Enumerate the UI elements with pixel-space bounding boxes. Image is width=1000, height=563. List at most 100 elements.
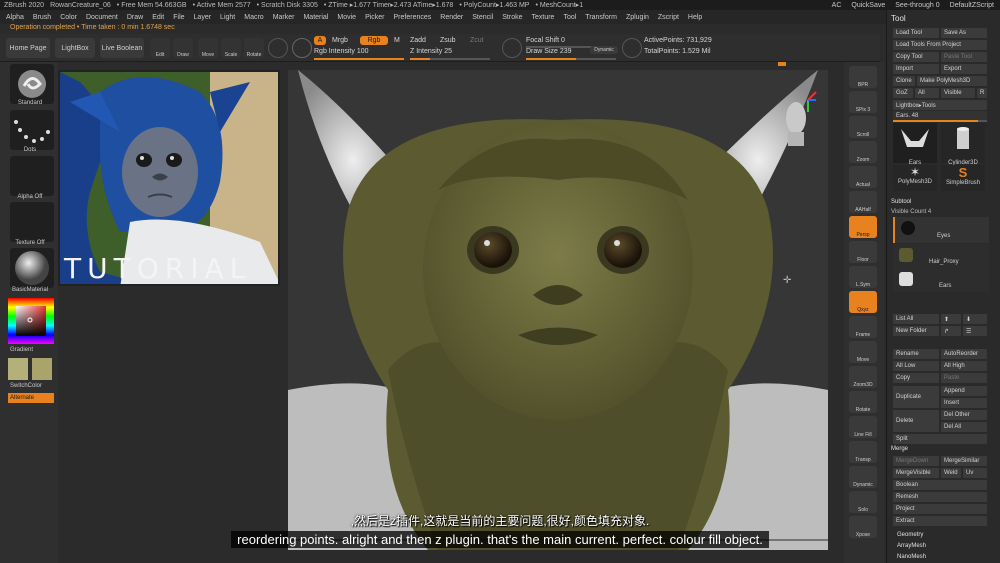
dynamic-icon[interactable] — [622, 38, 642, 58]
dynamic-button[interactable]: Dynamic — [590, 46, 618, 54]
view-button-solo[interactable]: Solo — [849, 491, 877, 513]
list-all-button[interactable]: List All — [893, 314, 939, 324]
merge-visible-button[interactable]: MergeVisible — [893, 468, 939, 478]
lightbox-button[interactable]: LightBox — [55, 38, 95, 58]
folder-menu-icon[interactable]: ☰ — [963, 326, 987, 336]
import-button[interactable]: Import — [893, 64, 939, 74]
secondary-color-swatch[interactable] — [32, 358, 52, 380]
rotate-button[interactable]: Rotate — [244, 38, 264, 58]
all-button[interactable]: All — [915, 88, 939, 98]
tool-thumb-cylinder[interactable]: Cylinder3D — [941, 123, 985, 166]
del-all-button[interactable]: Del All — [941, 422, 987, 432]
edit-button[interactable]: Edit — [150, 38, 170, 58]
view-button-transp[interactable]: Transp — [849, 441, 877, 463]
draw-size-slider[interactable] — [526, 58, 616, 60]
view-button-floor[interactable]: Floor — [849, 241, 877, 263]
view-button-l-sym[interactable]: L.Sym — [849, 266, 877, 288]
menu-item-picker[interactable]: Picker — [365, 14, 384, 21]
switch-color-label[interactable]: SwitchColor — [10, 383, 66, 389]
menu-item-texture[interactable]: Texture — [531, 14, 554, 21]
zcut-toggle[interactable]: Zcut — [470, 37, 484, 44]
menu-item-alpha[interactable]: Alpha — [6, 14, 24, 21]
duplicate-button[interactable]: Duplicate — [893, 386, 939, 408]
merge-header[interactable]: Merge — [891, 446, 908, 452]
alternate-button[interactable]: Alternate — [8, 393, 54, 403]
insert-button[interactable]: Insert — [941, 398, 987, 408]
menu-item-light[interactable]: Light — [220, 14, 235, 21]
view-button-spix-3[interactable]: SPix 3 — [849, 91, 877, 113]
copy-tool-button[interactable]: Copy Tool — [893, 52, 939, 62]
move-button[interactable]: Move — [198, 38, 218, 58]
stroke-thumbnail[interactable] — [10, 110, 54, 150]
scale-button[interactable]: Scale — [221, 38, 241, 58]
view-button-bpr[interactable]: BPR — [849, 66, 877, 88]
draw-size-label[interactable]: Draw Size 239 — [526, 48, 572, 55]
view-button-line-fill[interactable]: Line Fill — [849, 416, 877, 438]
navigation-head-gizmo[interactable] — [778, 90, 818, 150]
view-button-scroll[interactable]: Scroll — [849, 116, 877, 138]
menu-item-material[interactable]: Material — [303, 14, 328, 21]
view-button-aahalf[interactable]: AAHalf — [849, 191, 877, 213]
load-tool-button[interactable]: Load Tool — [893, 28, 939, 38]
texture-thumbnail[interactable] — [10, 202, 54, 242]
delete-button[interactable]: Delete — [893, 410, 939, 432]
boolean-button[interactable]: Boolean — [893, 480, 987, 490]
menu-item-stencil[interactable]: Stencil — [472, 14, 493, 21]
material-sphere-icon[interactable] — [292, 38, 312, 58]
load-from-project-button[interactable]: Load Tools From Project — [893, 40, 987, 50]
all-high-button[interactable]: All High — [941, 361, 987, 371]
live-boolean-button[interactable]: Live Boolean — [100, 38, 144, 58]
alpha-thumbnail[interactable] — [10, 156, 54, 196]
visible-button[interactable]: Visible — [941, 88, 975, 98]
subtool-item-eyes[interactable]: Eyes — [893, 217, 989, 243]
view-button-persp[interactable]: Persp — [849, 216, 877, 238]
tool-thumb-simplebrush[interactable]: S SimpleBrush — [941, 165, 985, 191]
gradient-label[interactable]: Gradient — [10, 347, 66, 353]
del-other-button[interactable]: Del Other — [941, 410, 987, 420]
paste-tool-button[interactable]: Paste Tool — [941, 52, 987, 62]
view-button-qxyz[interactable]: Qxyz — [849, 291, 877, 313]
focal-shift-label[interactable]: Focal Shift 0 — [526, 37, 565, 44]
r-button[interactable]: R — [977, 88, 987, 98]
copy-button[interactable]: Copy — [893, 373, 939, 383]
rgb-toggle[interactable]: Rgb — [360, 36, 388, 45]
merge-down-button[interactable]: MergeDown — [893, 456, 939, 466]
split-button[interactable]: Split — [893, 434, 987, 444]
menu-item-zscript[interactable]: Zscript — [658, 14, 679, 21]
new-folder-button[interactable]: New Folder — [893, 326, 939, 336]
rgb-intensity-label[interactable]: Rgb Intensity 100 — [314, 48, 369, 55]
subtool-item-ears[interactable]: Ears — [893, 268, 989, 292]
lightbox-tools-button[interactable]: Lightbox▸Tools — [893, 100, 987, 110]
menu-item-file[interactable]: File — [173, 14, 184, 21]
m-toggle[interactable]: M — [394, 37, 400, 44]
mrgb-toggle[interactable]: Mrgb — [332, 37, 348, 44]
merge-similar-button[interactable]: MergeSimilar — [941, 456, 987, 466]
draw-button[interactable]: Draw — [173, 38, 193, 58]
menu-item-color[interactable]: Color — [60, 14, 77, 21]
export-button[interactable]: Export — [941, 64, 987, 74]
folder-arrow-icon[interactable]: ↱ — [941, 326, 961, 336]
menu-item-macro[interactable]: Macro — [244, 14, 263, 21]
menu-item-layer[interactable]: Layer — [194, 14, 212, 21]
brush-thumbnail[interactable] — [10, 64, 54, 104]
viewport-canvas[interactable]: ✛ — [288, 70, 828, 550]
uv-toggle[interactable]: Uv — [963, 468, 987, 478]
goz-button[interactable]: GoZ — [893, 88, 913, 98]
save-as-button[interactable]: Save As — [941, 28, 987, 38]
menu-item-zplugin[interactable]: Zplugin — [626, 14, 649, 21]
zadd-toggle[interactable]: Zadd — [410, 37, 426, 44]
home-page-button[interactable]: Home Page — [6, 38, 50, 58]
view-button-rotate[interactable]: Rotate — [849, 391, 877, 413]
autoreorder-button[interactable]: AutoReorder — [941, 349, 987, 359]
menu-item-edit[interactable]: Edit — [152, 14, 164, 21]
make-polymesh-button[interactable]: Make PolyMesh3D — [917, 76, 987, 86]
a-toggle[interactable]: A — [314, 36, 326, 45]
subtool-header[interactable]: Subtool — [891, 199, 911, 205]
menu-item-render[interactable]: Render — [440, 14, 463, 21]
paste-button[interactable]: Paste — [941, 373, 987, 383]
menu-item-help[interactable]: Help — [688, 14, 702, 21]
gizmo-icon[interactable] — [268, 38, 288, 58]
z-intensity-label[interactable]: Z Intensity 25 — [410, 48, 452, 55]
material-thumbnail[interactable] — [10, 248, 54, 288]
script-selector[interactable]: DefaultZScript — [950, 2, 994, 9]
